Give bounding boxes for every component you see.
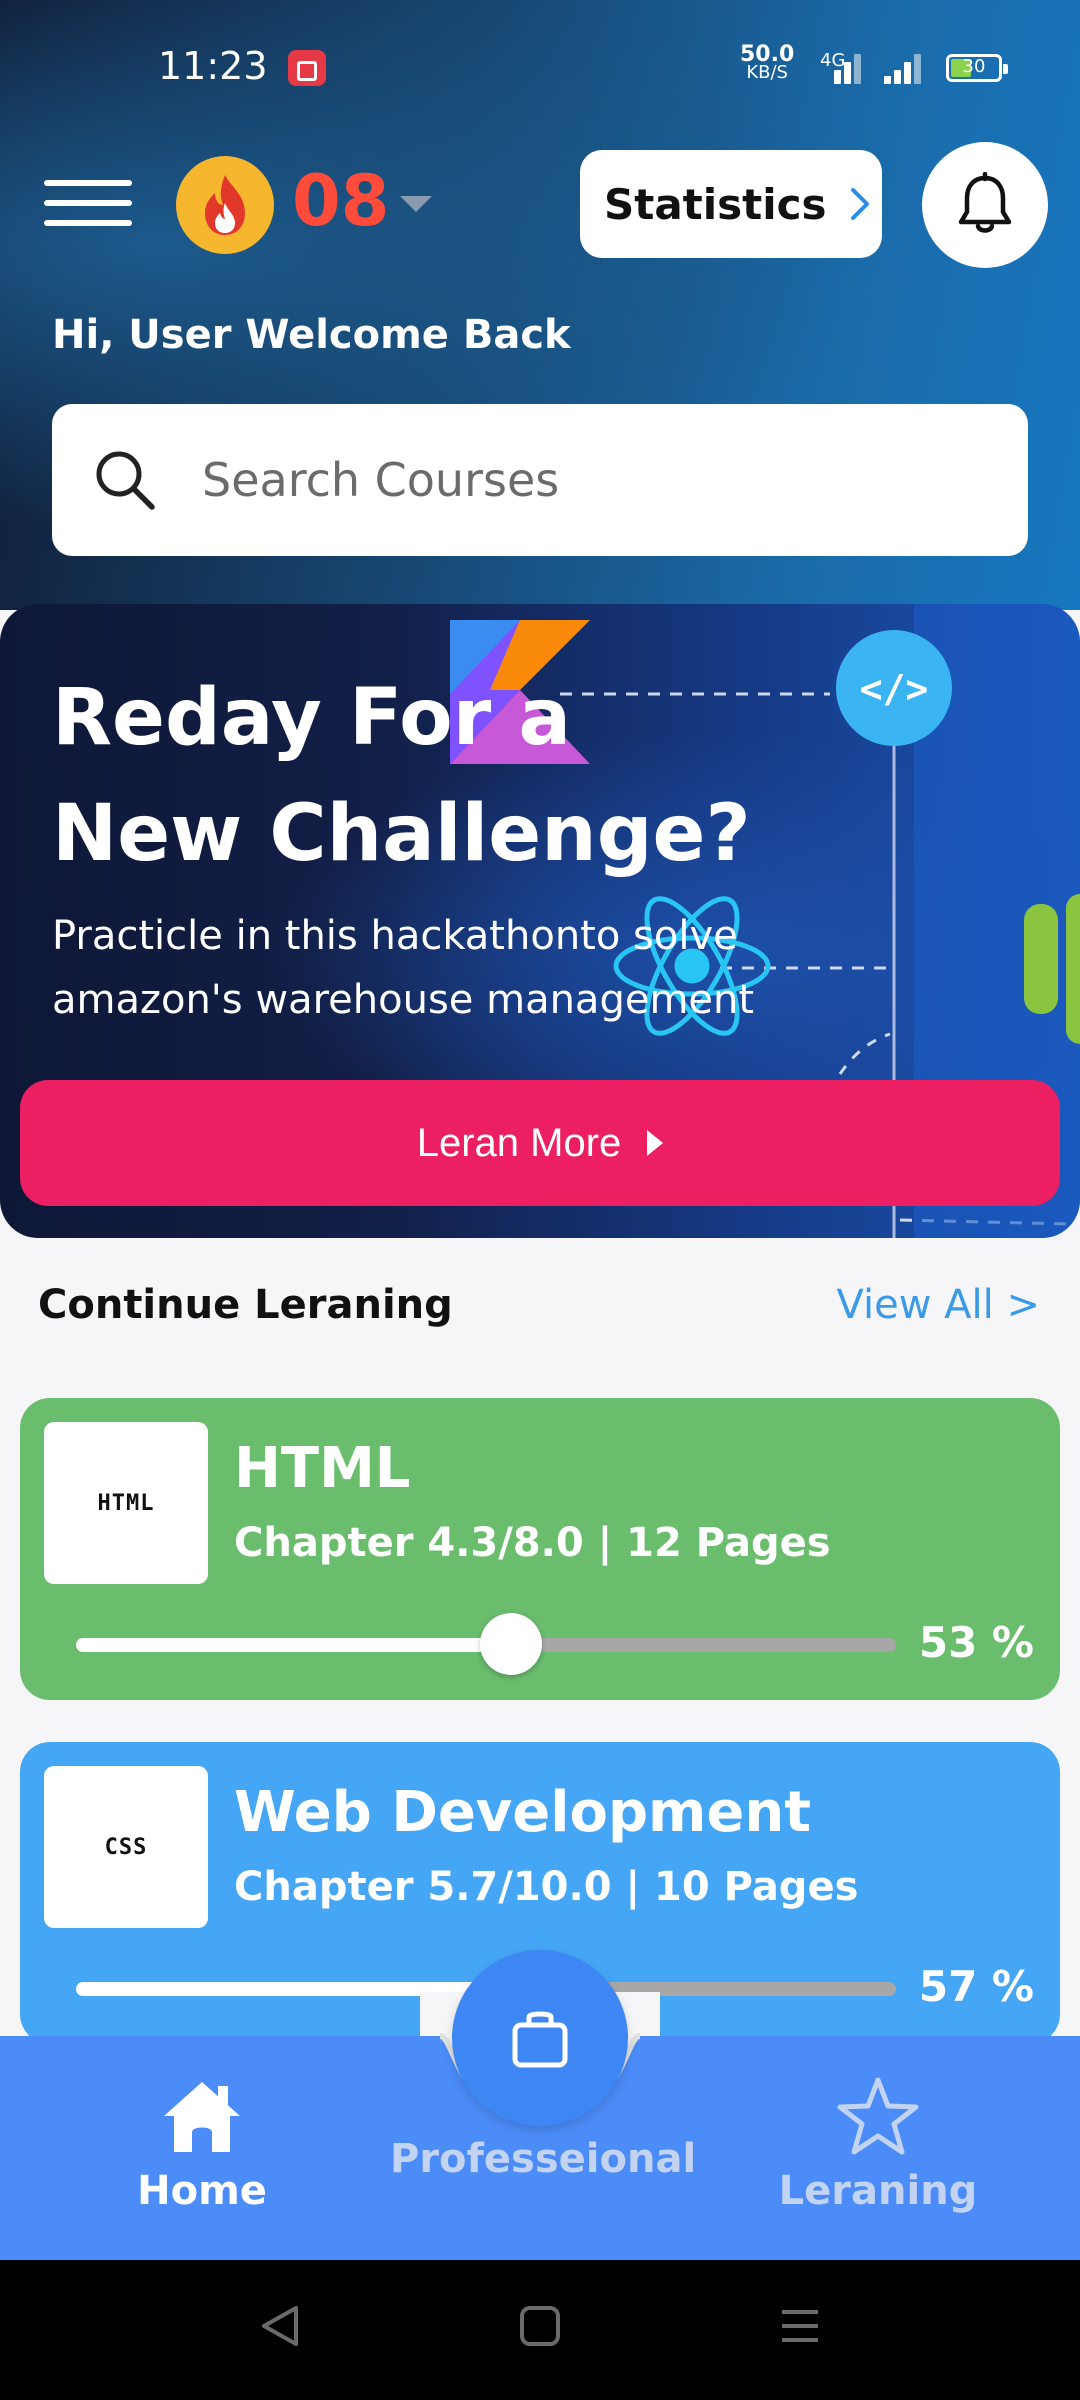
chevron-down-icon[interactable] bbox=[400, 196, 432, 212]
professional-fab[interactable] bbox=[452, 1950, 628, 2126]
course-name: HTML bbox=[234, 1436, 411, 1501]
signal-icon-2 bbox=[884, 50, 932, 84]
briefcase-icon bbox=[512, 2011, 568, 2068]
signal-icon bbox=[834, 50, 882, 84]
nav-learning-label: Leraning bbox=[778, 2168, 978, 2214]
battery-icon: 30 bbox=[946, 54, 1008, 82]
progress-fill bbox=[76, 1638, 511, 1652]
continue-learning-title: Continue Leraning bbox=[38, 1282, 453, 1328]
statistics-label: Statistics bbox=[604, 179, 827, 229]
progress-knob[interactable] bbox=[479, 1613, 542, 1675]
screen-record-icon bbox=[288, 50, 326, 86]
recents-icon[interactable] bbox=[778, 2302, 822, 2350]
status-time: 11:23 bbox=[158, 44, 268, 88]
network-speed-unit: KB/S bbox=[746, 62, 788, 83]
challenge-banner: </> Reday For a New Challenge? Practicle… bbox=[0, 604, 1080, 1238]
play-arrow-icon bbox=[647, 1130, 664, 1156]
battery-level: 30 bbox=[962, 56, 986, 77]
banner-subtitle: Practicle in this hackathonto solve amaz… bbox=[52, 913, 755, 1023]
html-course-thumbnail: HTML bbox=[44, 1422, 208, 1584]
svg-text:</>: </> bbox=[860, 667, 929, 711]
banner-title: Reday For a New Challenge? bbox=[52, 673, 751, 879]
nav-professional[interactable]: Professeional bbox=[390, 2128, 697, 2182]
notifications-button[interactable] bbox=[922, 142, 1048, 268]
search-input[interactable] bbox=[202, 453, 962, 507]
course-progress-percent: 53 % bbox=[918, 1618, 1034, 1667]
search-bar[interactable] bbox=[52, 404, 1028, 556]
course-meta: Chapter 4.3/8.0 | 12 Pages bbox=[234, 1520, 831, 1566]
home-square-icon[interactable] bbox=[518, 2302, 562, 2350]
learn-more-button[interactable]: Leran More bbox=[20, 1080, 1060, 1206]
greeting-text: Hi, User Welcome Back bbox=[52, 312, 571, 358]
menu-button[interactable] bbox=[44, 180, 132, 230]
fire-icon bbox=[176, 156, 274, 254]
statistics-button[interactable]: Statistics bbox=[580, 150, 882, 258]
star-icon bbox=[837, 2077, 919, 2155]
course-progress-slider[interactable] bbox=[76, 1613, 896, 1675]
streak-count[interactable]: 08 bbox=[292, 160, 389, 242]
status-bar: 11:23 50.0 KB/S 4G 30 bbox=[0, 0, 1080, 130]
learn-more-label: Leran More bbox=[416, 1120, 622, 1165]
course-name: Web Development bbox=[234, 1780, 812, 1845]
course-meta: Chapter 5.7/10.0 | 10 Pages bbox=[234, 1864, 859, 1910]
home-icon bbox=[164, 2082, 240, 2152]
network-speed: 50.0 KB/S bbox=[740, 44, 794, 83]
search-icon bbox=[96, 451, 155, 510]
nav-home-label: Home bbox=[137, 2168, 267, 2214]
css-course-thumbnail: CSS bbox=[44, 1766, 208, 1928]
chevron-right-icon bbox=[850, 188, 869, 220]
course-card-html[interactable]: HTML HTML Chapter 4.3/8.0 | 12 Pages 53 … bbox=[20, 1398, 1060, 1700]
back-icon[interactable] bbox=[258, 2302, 302, 2350]
nav-professional-label: Professeional bbox=[390, 2136, 697, 2182]
course-progress-percent: 57 % bbox=[918, 1962, 1034, 2011]
view-all-link[interactable]: View All > bbox=[837, 1282, 1040, 1328]
nav-home[interactable]: Home bbox=[52, 2076, 352, 2214]
bell-icon bbox=[958, 172, 1012, 233]
nav-learning[interactable]: Leraning bbox=[728, 2076, 1028, 2214]
